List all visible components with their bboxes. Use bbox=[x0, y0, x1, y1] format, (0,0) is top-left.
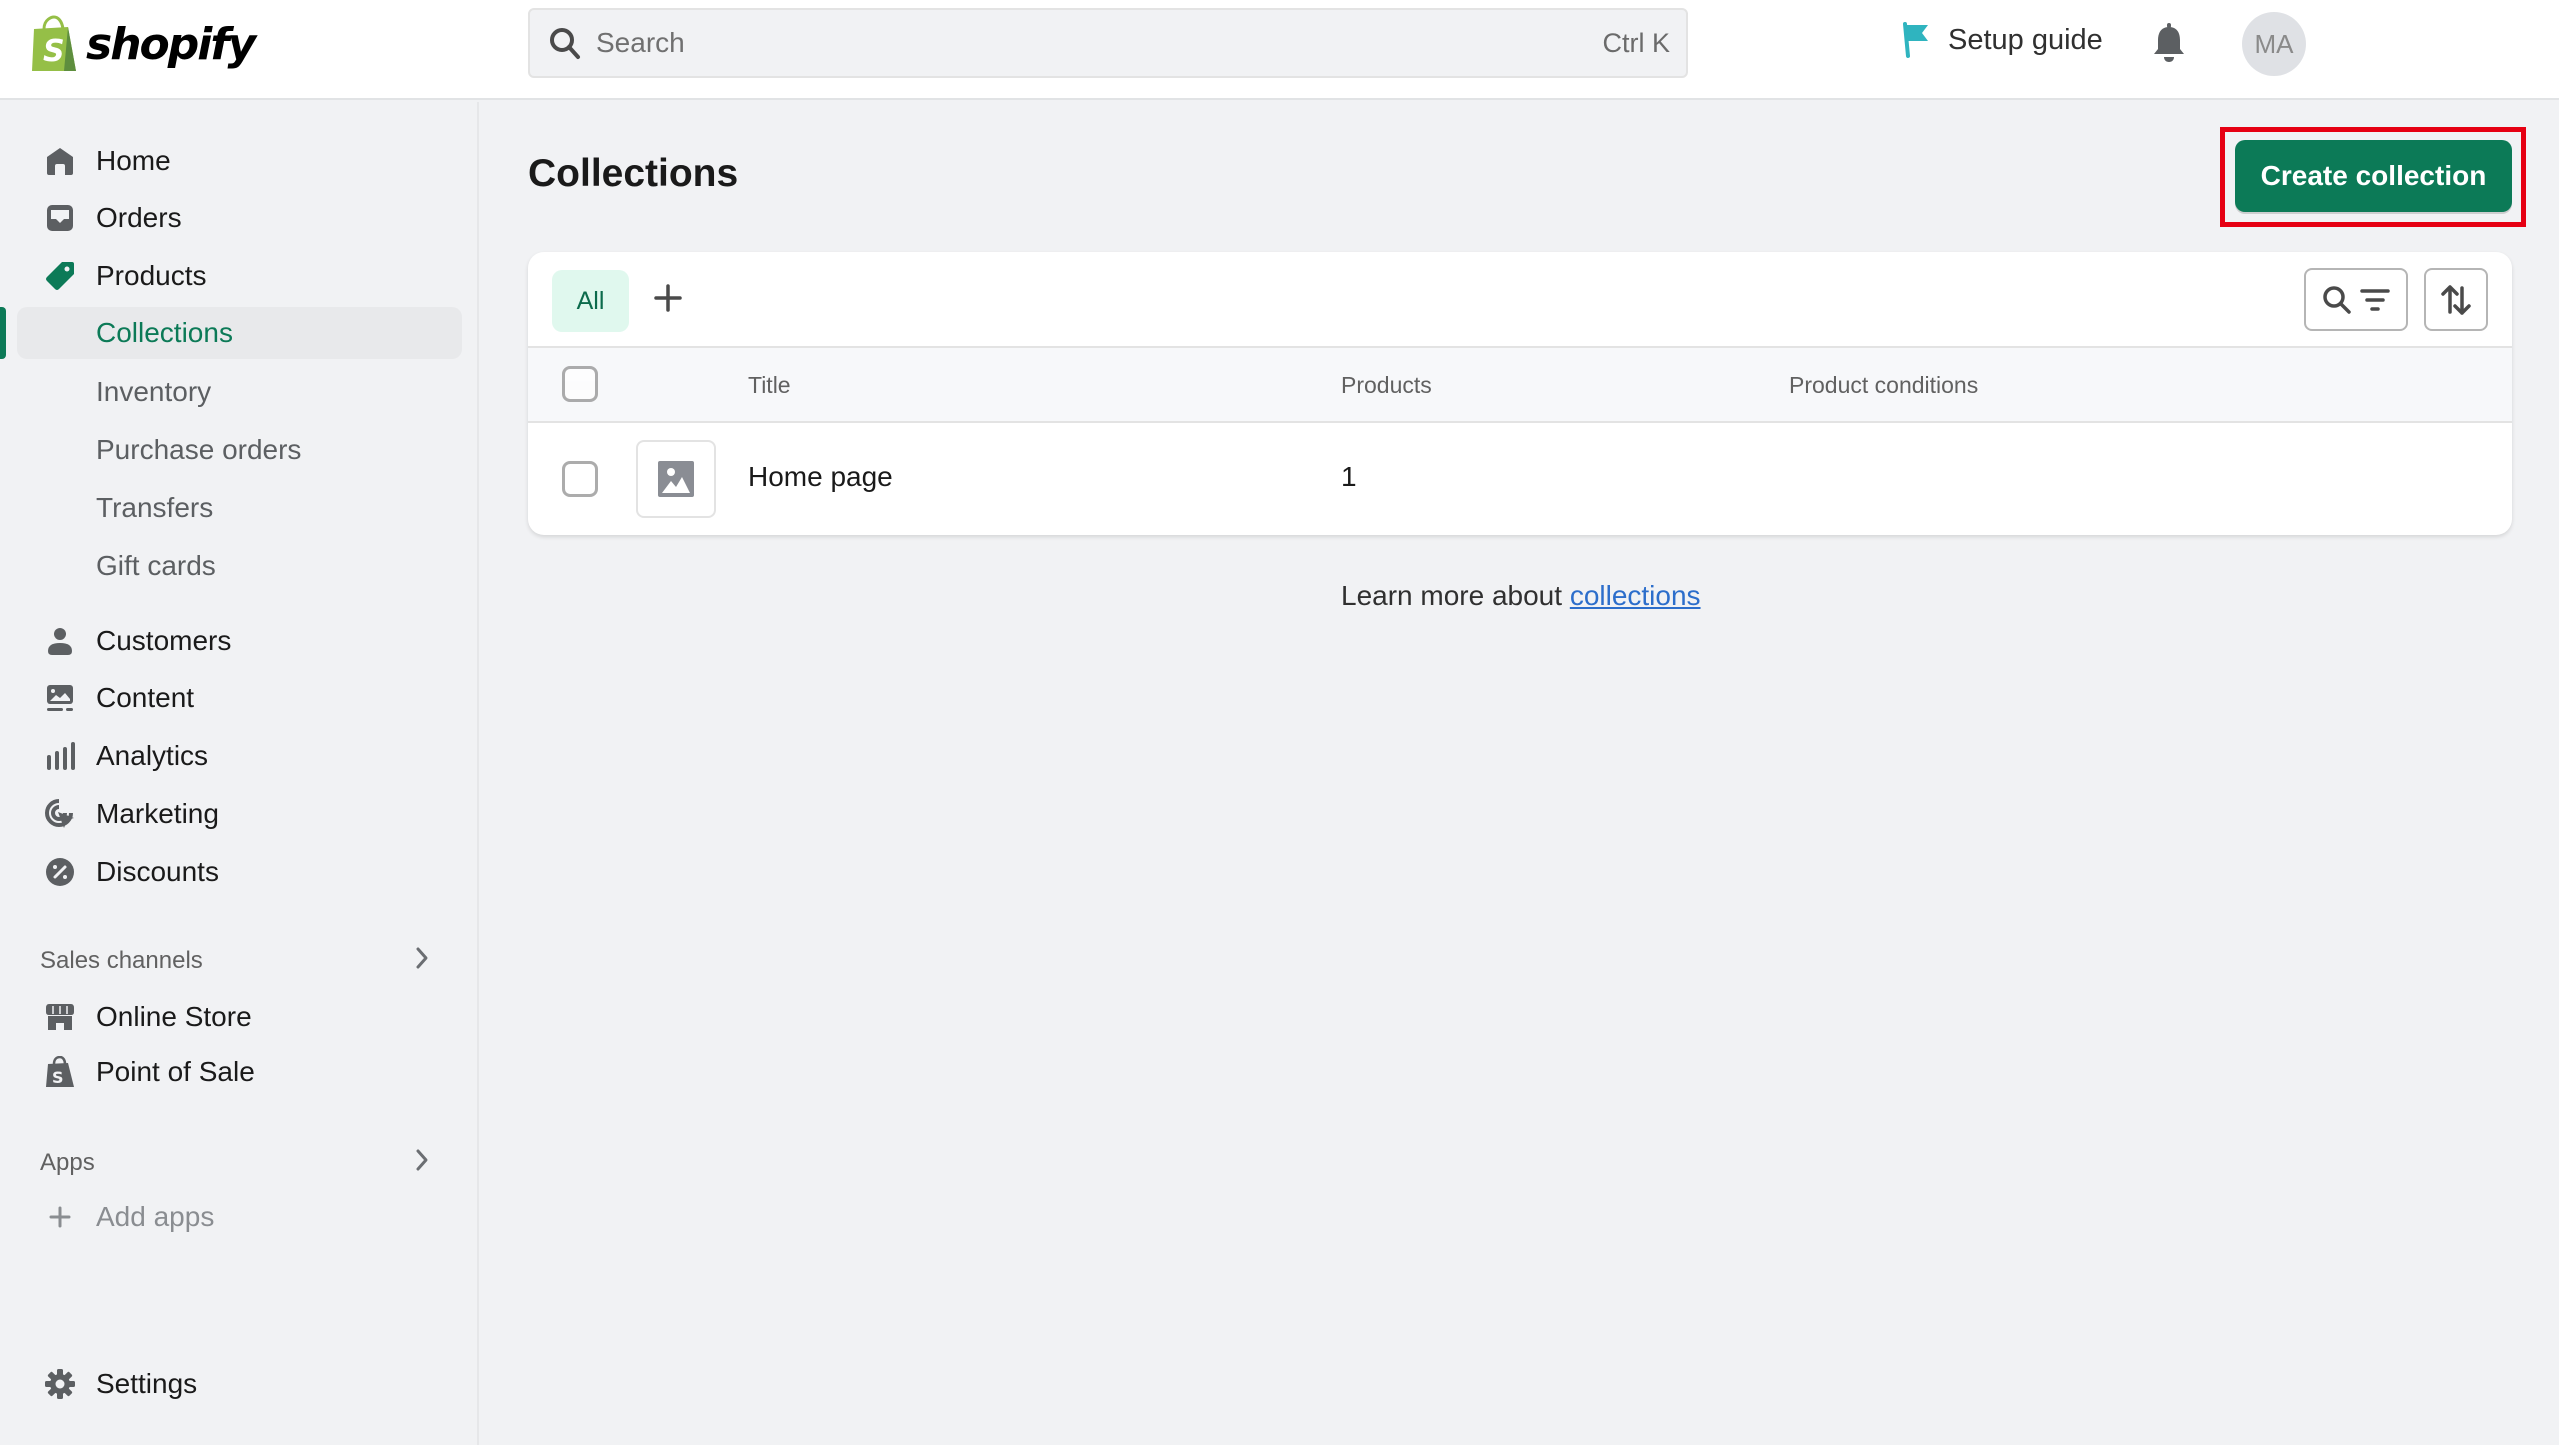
column-header-title[interactable]: Title bbox=[748, 372, 791, 399]
sidebar-item-label: Gift cards bbox=[96, 550, 216, 581]
bell-icon bbox=[2154, 23, 2184, 62]
learn-more-prefix: Learn more about bbox=[1341, 580, 1570, 611]
sidebar-item-inventory[interactable]: Inventory bbox=[17, 366, 462, 418]
sidebar-item-label: Products bbox=[96, 260, 207, 291]
search-input[interactable] bbox=[596, 27, 1603, 59]
image-icon bbox=[44, 682, 76, 714]
home-icon bbox=[44, 145, 76, 177]
gear-icon bbox=[44, 1368, 76, 1400]
sidebar-item-add-apps[interactable]: Add apps bbox=[17, 1191, 462, 1243]
sidebar-item-label: Analytics bbox=[96, 740, 209, 771]
person-icon bbox=[44, 625, 76, 657]
discount-icon bbox=[44, 856, 76, 888]
column-header-product-conditions[interactable]: Product conditions bbox=[1789, 372, 1978, 399]
sidebar-item-marketing[interactable]: Marketing bbox=[17, 788, 462, 840]
sidebar-item-label: Add apps bbox=[96, 1201, 215, 1232]
sidebar-item-label: Orders bbox=[96, 202, 182, 233]
sidebar-item-gift-cards[interactable]: Gift cards bbox=[17, 540, 462, 592]
collections-table-card: All Title Products Product conditions Ho… bbox=[528, 252, 2512, 535]
active-indicator bbox=[0, 307, 6, 359]
add-view-plus-icon[interactable] bbox=[650, 280, 686, 321]
sidebar-item-label: Discounts bbox=[96, 856, 219, 887]
sidebar-item-label: Point of Sale bbox=[96, 1056, 255, 1087]
setup-guide-button[interactable]: Setup guide bbox=[1902, 22, 2103, 58]
search-filter-button[interactable] bbox=[2304, 268, 2408, 331]
table-header-row: Title Products Product conditions bbox=[528, 348, 2512, 423]
sidebar-item-label: Transfers bbox=[96, 492, 214, 523]
learn-more-text: Learn more about collections bbox=[1341, 580, 1701, 612]
sales-channels-heading: Sales channels bbox=[40, 947, 203, 974]
sidebar-item-orders[interactable]: Orders bbox=[17, 192, 462, 244]
sidebar-item-point-of-sale[interactable]: S Point of Sale bbox=[17, 1046, 462, 1098]
collections-help-link[interactable]: collections bbox=[1570, 580, 1701, 611]
sidebar-item-label: Inventory bbox=[96, 376, 212, 407]
sidebar-item-label: Marketing bbox=[96, 798, 219, 829]
inbox-icon bbox=[44, 202, 76, 234]
shopify-logo[interactable]: S shopify bbox=[30, 14, 256, 74]
flag-icon bbox=[1903, 22, 1928, 58]
sidebar-item-settings[interactable]: Settings bbox=[17, 1358, 462, 1410]
sidebar-item-customers[interactable]: Customers bbox=[17, 615, 462, 667]
search-icon bbox=[2323, 285, 2351, 314]
shopify-wordmark: shopify bbox=[86, 18, 256, 70]
sidebar-nav: Home Orders Products Collections Invento… bbox=[0, 102, 479, 1445]
global-search[interactable]: Ctrl K bbox=[528, 8, 1688, 78]
view-tabs-bar: All bbox=[528, 252, 2512, 348]
sidebar-item-label: Purchase orders bbox=[96, 434, 302, 465]
sidebar-item-label: Customers bbox=[96, 625, 232, 656]
sidebar-item-transfers[interactable]: Transfers bbox=[17, 482, 462, 534]
sidebar-item-online-store[interactable]: Online Store bbox=[17, 991, 462, 1043]
apps-chevron-icon[interactable] bbox=[412, 1147, 432, 1178]
sidebar-item-content[interactable]: Content bbox=[17, 672, 462, 724]
store-icon bbox=[44, 1001, 76, 1033]
search-shortcut-hint: Ctrl K bbox=[1602, 27, 1671, 58]
svg-text:S: S bbox=[43, 34, 65, 69]
create-collection-button[interactable]: Create collection bbox=[2235, 140, 2512, 212]
collection-product-count: 1 bbox=[1341, 461, 1357, 492]
collection-title[interactable]: Home page bbox=[748, 461, 893, 493]
top-bar: S shopify Ctrl K Setup guide MA bbox=[0, 0, 2559, 100]
row-checkbox[interactable] bbox=[562, 461, 598, 497]
sort-arrows-icon bbox=[2441, 284, 2471, 315]
sales-channels-chevron-icon[interactable] bbox=[412, 945, 432, 976]
shopify-bag-icon: S bbox=[44, 1056, 76, 1088]
user-avatar[interactable]: MA bbox=[2242, 12, 2306, 76]
bar-chart-icon bbox=[44, 740, 76, 772]
sidebar-item-home[interactable]: Home bbox=[17, 135, 462, 187]
sidebar-item-label: Collections bbox=[96, 317, 233, 348]
sidebar-item-analytics[interactable]: Analytics bbox=[17, 730, 462, 782]
notifications-button[interactable] bbox=[2152, 22, 2186, 69]
sidebar-item-products[interactable]: Products bbox=[17, 250, 462, 302]
select-all-checkbox[interactable] bbox=[562, 366, 598, 402]
sidebar-item-collections[interactable]: Collections bbox=[17, 307, 462, 359]
search-icon bbox=[550, 28, 580, 59]
sidebar-item-label: Home bbox=[96, 145, 171, 176]
shopify-bag-logo-icon: S bbox=[32, 15, 76, 71]
apps-heading: Apps bbox=[40, 1149, 95, 1176]
table-row[interactable]: Home page 1 bbox=[528, 423, 2512, 535]
sidebar-item-discounts[interactable]: Discounts bbox=[17, 846, 462, 898]
sort-button[interactable] bbox=[2424, 268, 2488, 331]
page-title: Collections bbox=[528, 152, 739, 195]
plus-icon bbox=[44, 1201, 76, 1233]
image-placeholder-icon bbox=[658, 461, 694, 497]
setup-guide-label: Setup guide bbox=[1948, 23, 2103, 56]
svg-text:S: S bbox=[52, 1068, 64, 1087]
target-icon bbox=[44, 798, 76, 830]
sidebar-item-label: Settings bbox=[96, 1368, 198, 1399]
tab-all[interactable]: All bbox=[552, 270, 629, 332]
sidebar-item-label: Online Store bbox=[96, 1001, 252, 1032]
collection-thumbnail bbox=[636, 440, 716, 518]
column-header-products[interactable]: Products bbox=[1341, 372, 1432, 399]
sidebar-item-purchase-orders[interactable]: Purchase orders bbox=[17, 424, 462, 476]
sidebar-item-label: Content bbox=[96, 682, 195, 713]
tag-icon bbox=[44, 260, 76, 292]
filter-icon bbox=[2360, 288, 2390, 311]
